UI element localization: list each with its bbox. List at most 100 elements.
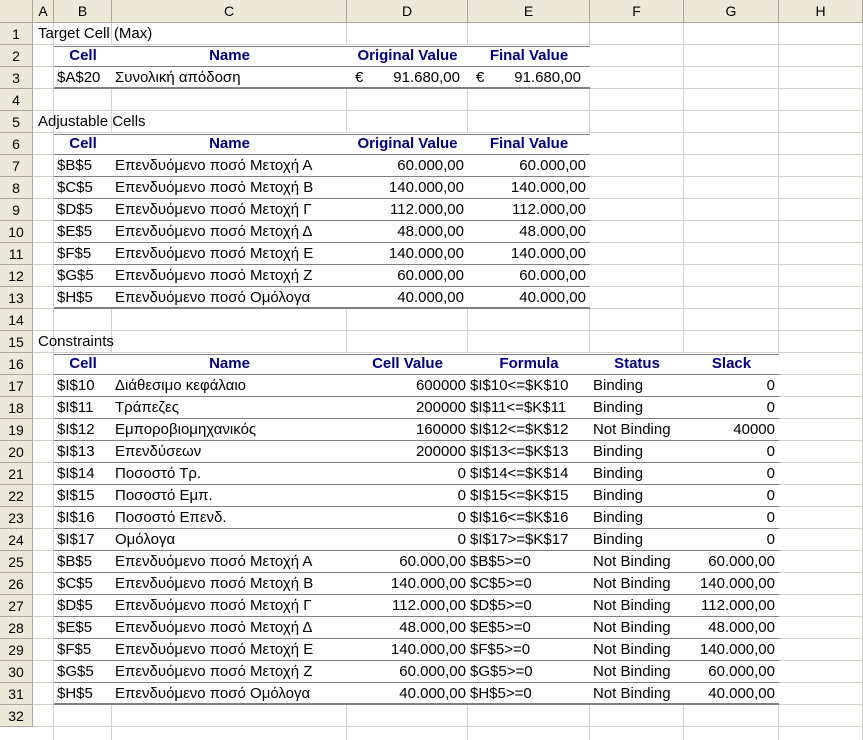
target-cell-ref: $A$20 — [54, 67, 112, 89]
row-header-14[interactable]: 14 — [0, 309, 33, 331]
constraint-row-border — [54, 374, 779, 375]
constraint-row-border — [54, 638, 779, 639]
constraint-row-border — [54, 682, 779, 683]
constraint-row-value: 0 — [347, 529, 468, 551]
row-header-16[interactable]: 16 — [0, 353, 33, 375]
row-header-5[interactable]: 5 — [0, 111, 33, 133]
adjustable-row-name: Επενδυόμενο ποσό Μετοχή Ζ — [112, 265, 347, 287]
constraint-row-name: Επενδυόμενο ποσό Μετοχή Ε — [112, 639, 347, 661]
row-header-10[interactable]: 10 — [0, 221, 33, 243]
constraint-row-name: Τράπεζες — [112, 397, 347, 419]
adjustable-row-cell: $B$5 — [54, 155, 112, 177]
adjustable-row-original: 140.000,00 — [347, 243, 468, 265]
adjustable-row-original: 112.000,00 — [347, 199, 468, 221]
row-header-9[interactable]: 9 — [0, 199, 33, 221]
row-header-6[interactable]: 6 — [0, 133, 33, 155]
adjustable-row-final: 60.000,00 — [468, 155, 590, 177]
row-header-29[interactable]: 29 — [0, 639, 33, 661]
constraint-row-status: Binding — [590, 507, 684, 529]
constraint-row-formula: $C$5>=0 — [468, 573, 590, 595]
constraint-row-slack: 40.000,00 — [684, 683, 779, 705]
row-header-7[interactable]: 7 — [0, 155, 33, 177]
constraint-row-status: Binding — [590, 485, 684, 507]
adjustable-row-cell: $G$5 — [54, 265, 112, 287]
constraint-row-status: Binding — [590, 441, 684, 463]
adjustable-row-name: Επενδυόμενο ποσό Ομόλογα — [112, 287, 347, 309]
row-header-24[interactable]: 24 — [0, 529, 33, 551]
constraint-row-slack: 0 — [684, 375, 779, 397]
row-header-22[interactable]: 22 — [0, 485, 33, 507]
adjustable-row-name: Επενδυόμενο ποσό Μετοχή Γ — [112, 199, 347, 221]
adjustable-row-border — [54, 198, 590, 199]
row-header-8[interactable]: 8 — [0, 177, 33, 199]
row-header-27[interactable]: 27 — [0, 595, 33, 617]
row-header-18[interactable]: 18 — [0, 397, 33, 419]
adjustable-row-border — [54, 154, 590, 155]
column-header-c[interactable]: C — [112, 0, 347, 23]
row-header-19[interactable]: 19 — [0, 419, 33, 441]
constraint-row-status: Not Binding — [590, 573, 684, 595]
constraint-row-status: Not Binding — [590, 595, 684, 617]
row-header-3[interactable]: 3 — [0, 67, 33, 89]
row-header-30[interactable]: 30 — [0, 661, 33, 683]
constraint-row-value: 140.000,00 — [347, 639, 468, 661]
row-header-21[interactable]: 21 — [0, 463, 33, 485]
adjustable-row-original: 140.000,00 — [347, 177, 468, 199]
row-header-32[interactable]: 32 — [0, 705, 33, 727]
row-header-28[interactable]: 28 — [0, 617, 33, 639]
target-name: Συνολική απόδοση — [112, 67, 347, 89]
row-header-17[interactable]: 17 — [0, 375, 33, 397]
target-header-cell: Cell — [54, 45, 112, 67]
row-header-15[interactable]: 15 — [0, 331, 33, 353]
constraint-row-slack: 40000 — [684, 419, 779, 441]
constraint-row-slack: 0 — [684, 485, 779, 507]
constraint-row-value: 140.000,00 — [347, 573, 468, 595]
constraint-row-formula: $I$13<=$K$13 — [468, 441, 590, 463]
constraint-row-value: 160000 — [347, 419, 468, 441]
column-header-f[interactable]: F — [590, 0, 684, 23]
constraint-row-status: Not Binding — [590, 551, 684, 573]
column-header-a[interactable]: A — [33, 0, 54, 23]
constraint-row-status: Binding — [590, 529, 684, 551]
row-header-11[interactable]: 11 — [0, 243, 33, 265]
row-header-20[interactable]: 20 — [0, 441, 33, 463]
column-header-d[interactable]: D — [347, 0, 468, 23]
adjustable-row-final: 140.000,00 — [468, 177, 590, 199]
row-header-12[interactable]: 12 — [0, 265, 33, 287]
row-header-31[interactable]: 31 — [0, 683, 33, 705]
column-header-e[interactable]: E — [468, 0, 590, 23]
constraint-row-slack: 0 — [684, 441, 779, 463]
target-header-bottom-border — [54, 66, 590, 67]
column-header-b[interactable]: B — [54, 0, 112, 23]
adjustable-row-cell: $H$5 — [54, 287, 112, 309]
constraint-row-border — [54, 550, 779, 551]
row-header-13[interactable]: 13 — [0, 287, 33, 309]
constraint-row-cell: $I$13 — [54, 441, 112, 463]
row-header-2[interactable]: 2 — [0, 45, 33, 67]
constraint-row-cell: $C$5 — [54, 573, 112, 595]
row-header-4[interactable]: 4 — [0, 89, 33, 111]
row-header-26[interactable]: 26 — [0, 573, 33, 595]
column-header-h[interactable]: H — [779, 0, 863, 23]
constraint-row-slack: 60.000,00 — [684, 661, 779, 683]
adjustable-row-final: 40.000,00 — [468, 287, 590, 309]
constraint-row-border — [54, 572, 779, 573]
column-header-g[interactable]: G — [684, 0, 779, 23]
target-header-top-border — [54, 46, 590, 47]
constraint-row-name: Ποσοστό Εμπ. — [112, 485, 347, 507]
adjustable-row-name: Επενδυόμενο ποσό Μετοχή Β — [112, 177, 347, 199]
row-header-23[interactable]: 23 — [0, 507, 33, 529]
spreadsheet-grid[interactable]: A B C D E F G H 1 2 3 4 5 6 7 8 9 10 11 12 13 14 15 16 17 18 19 20 2… — [0, 0, 863, 740]
constraint-row-formula: $I$12<=$K$12 — [468, 419, 590, 441]
target-header-original: Original Value — [347, 45, 468, 67]
row-header-1[interactable]: 1 — [0, 23, 33, 45]
constraint-row-cell: $I$14 — [54, 463, 112, 485]
constraint-row-slack: 140.000,00 — [684, 573, 779, 595]
constraint-row-name: Ποσοστό Τρ. — [112, 463, 347, 485]
adjustable-row-final: 112.000,00 — [468, 199, 590, 221]
constraint-row-value: 60.000,00 — [347, 551, 468, 573]
select-all-corner[interactable] — [0, 0, 33, 23]
row-header-25[interactable]: 25 — [0, 551, 33, 573]
target-original-currency: € — [347, 67, 371, 89]
adjustable-row-cell: $D$5 — [54, 199, 112, 221]
